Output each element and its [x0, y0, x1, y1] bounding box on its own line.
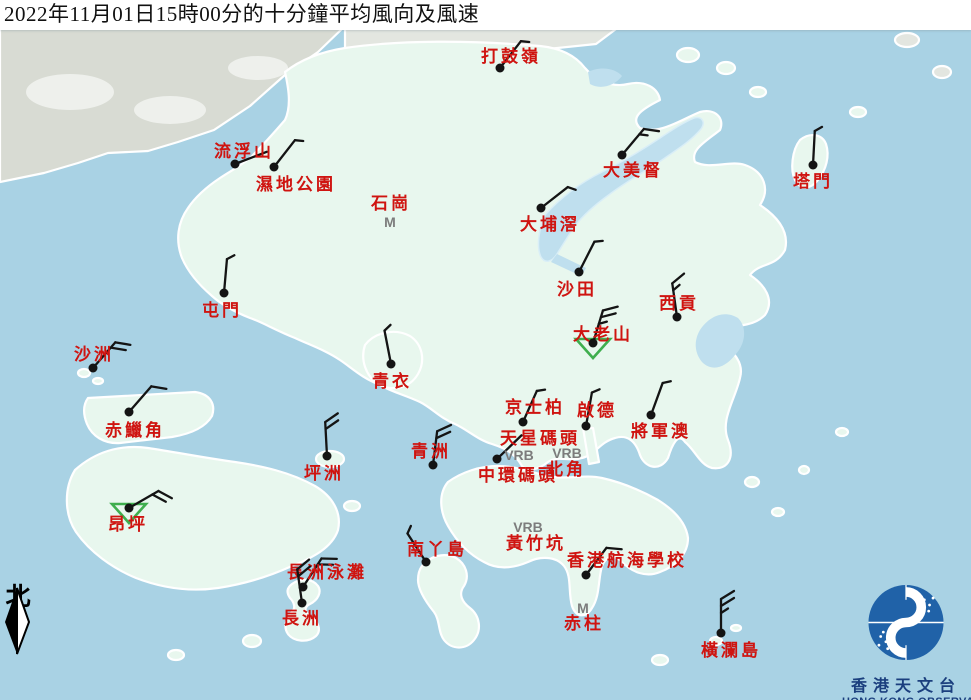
shenzhen-urban-patch: [26, 74, 114, 110]
small-island: [168, 650, 184, 660]
station-label: 打鼓嶺: [481, 46, 541, 66]
station-dot: [673, 313, 682, 322]
sha-chau-island: [93, 378, 103, 384]
missing-data-note: M: [384, 214, 396, 230]
station-dot: [220, 289, 229, 298]
small-island: [652, 655, 668, 665]
station-label: 大埔滘: [520, 214, 580, 234]
small-island: [344, 501, 360, 511]
station-label: 大美督: [603, 160, 663, 180]
station-dot: [582, 422, 591, 431]
station-label: 黃竹坑: [505, 533, 566, 553]
station-dot: [717, 629, 726, 638]
title-bar: 2022年11月01日15時00分的十分鐘平均風向及風速: [0, 0, 971, 30]
hko-logo: 香港天文台 HONG KONG OBSERVATORY: [842, 582, 970, 700]
variable-wind-note: VRB: [513, 519, 543, 535]
station-dot: [429, 461, 438, 470]
north-indicator: 北 N: [2, 586, 34, 632]
far-island: [895, 33, 919, 47]
station-label: 青衣: [372, 371, 412, 391]
station-label: 沙洲: [74, 345, 114, 364]
station-label: 香港航海學校: [567, 550, 687, 570]
small-island: [750, 87, 766, 97]
station-label: 西貢: [659, 294, 699, 313]
ninepin-island: [772, 508, 784, 516]
hko-logo-icon: [858, 582, 954, 670]
station-dot: [519, 418, 528, 427]
station-dot: [89, 364, 98, 373]
missing-data-note: M: [577, 600, 589, 616]
hko-name-chinese: 香港天文台: [842, 672, 970, 696]
station-label: 橫瀾島: [701, 640, 761, 660]
far-island: [933, 66, 951, 78]
station-label: 啟德: [577, 400, 617, 420]
small-island: [243, 635, 261, 647]
station-label: 赤鱲角: [105, 420, 165, 440]
station-dot: [809, 161, 818, 170]
ninepin-island: [799, 466, 809, 474]
station-dot: [618, 151, 627, 160]
station-label: 坪洲: [304, 464, 344, 483]
small-island: [717, 62, 735, 74]
small-island: [850, 107, 866, 117]
station-label: 濕地公園: [256, 174, 336, 194]
sha-chau-island: [78, 369, 90, 377]
variable-wind-note: VRB: [504, 447, 534, 463]
station-dot: [125, 408, 134, 417]
hko-name-english: HONG KONG OBSERVATORY: [842, 696, 970, 700]
station-label: 長洲: [282, 609, 322, 628]
station-label: 青洲: [411, 441, 451, 461]
ninepin-island: [745, 477, 759, 487]
map-title: 2022年11月01日15時00分的十分鐘平均風向及風速: [0, 0, 971, 29]
station-label: 南丫島: [407, 539, 467, 559]
station-dot: [493, 455, 502, 464]
station-label: 流浮山: [214, 141, 274, 161]
station-dot: [387, 360, 396, 369]
station-label: 北角: [546, 459, 586, 479]
shenzhen-urban-patch: [228, 56, 288, 80]
station-label: 屯門: [202, 300, 242, 320]
wind-map-page: 打鼓嶺流浮山濕地公園石崗M屯門沙洲赤鱲角昂坪青衣坪洲青洲中環碼頭天星碼頭VRB北…: [0, 0, 971, 700]
station-label: 赤柱: [564, 613, 604, 633]
station-label: 京士柏: [505, 397, 565, 417]
station-label: 石崗: [370, 194, 411, 213]
small-island: [836, 428, 848, 436]
map-canvas: 打鼓嶺流浮山濕地公園石崗M屯門沙洲赤鱲角昂坪青衣坪洲青洲中環碼頭天星碼頭VRB北…: [0, 0, 971, 700]
waglan-islet: [731, 625, 741, 631]
station-label: 將軍澳: [631, 421, 691, 441]
station-北角: 北角VRB: [546, 445, 586, 479]
station-label: 大老山: [573, 324, 633, 344]
station-dot: [582, 571, 591, 580]
station-label: 沙田: [557, 280, 597, 299]
variable-wind-note: VRB: [552, 445, 582, 461]
shenzhen-urban-patch: [134, 96, 206, 124]
station-dot: [575, 268, 584, 277]
station-dot: [125, 504, 134, 513]
station-dot: [537, 204, 546, 213]
station-label: 塔門: [793, 171, 833, 191]
compass-needle-icon: [2, 586, 32, 656]
station-label: 昂坪: [108, 515, 148, 534]
station-dot: [298, 599, 307, 608]
small-island: [677, 48, 699, 62]
station-dot: [323, 452, 332, 461]
station-dot: [647, 411, 656, 420]
station-dot: [270, 163, 279, 172]
